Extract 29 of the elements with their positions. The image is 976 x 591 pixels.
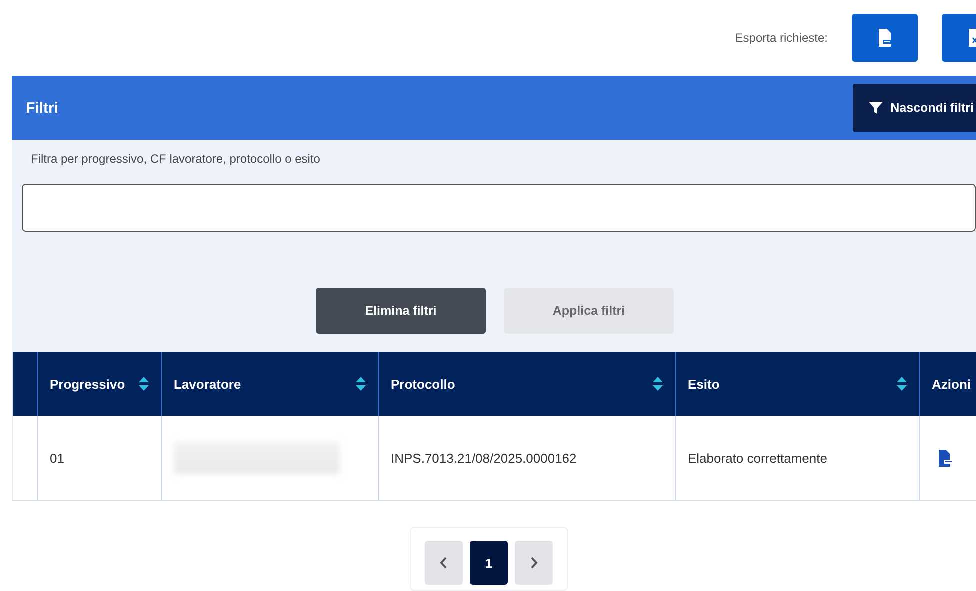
filter-input-field[interactable] (22, 184, 976, 232)
filter-field-label: Filtra per progressivo, CF lavoratore, protocollo o esito (31, 152, 322, 166)
clear-filters-button[interactable]: Elimina filtri (316, 288, 486, 334)
sort-icon[interactable] (897, 377, 907, 391)
column-header[interactable]: Esito (676, 352, 920, 416)
chevron-right-icon (530, 557, 538, 569)
column-label: Esito (688, 376, 720, 392)
filters-title: Filtri (26, 100, 58, 116)
file-download-icon[interactable] (939, 450, 953, 466)
export-label: Esporta richieste: (735, 31, 828, 45)
sort-icon[interactable] (356, 377, 366, 391)
table-cell: Elaborato correttamente (688, 450, 828, 466)
sort-icon[interactable] (139, 377, 149, 391)
page-button[interactable]: 1 (470, 541, 508, 585)
filter-icon (868, 101, 883, 115)
table-cell: 01 (50, 450, 64, 466)
chevron-left-icon (440, 557, 448, 569)
column-label: Azioni (932, 376, 971, 392)
table-cell: INPS.7013.21/08/2025.0000162 (391, 450, 577, 466)
column-label: Protocollo (391, 376, 456, 392)
column-label: Lavoratore (174, 376, 242, 392)
column-header[interactable]: Lavoratore (162, 352, 379, 416)
column-header[interactable]: Protocollo (379, 352, 676, 416)
column-header[interactable]: Azioni (920, 352, 976, 416)
sort-icon[interactable] (653, 377, 663, 391)
hide-filters-button[interactable]: Nascondi filtri (852, 84, 976, 132)
export-pdf-button[interactable] (852, 14, 918, 62)
column-header[interactable]: Progressivo (38, 352, 162, 416)
column-label: Progressivo (50, 376, 126, 392)
